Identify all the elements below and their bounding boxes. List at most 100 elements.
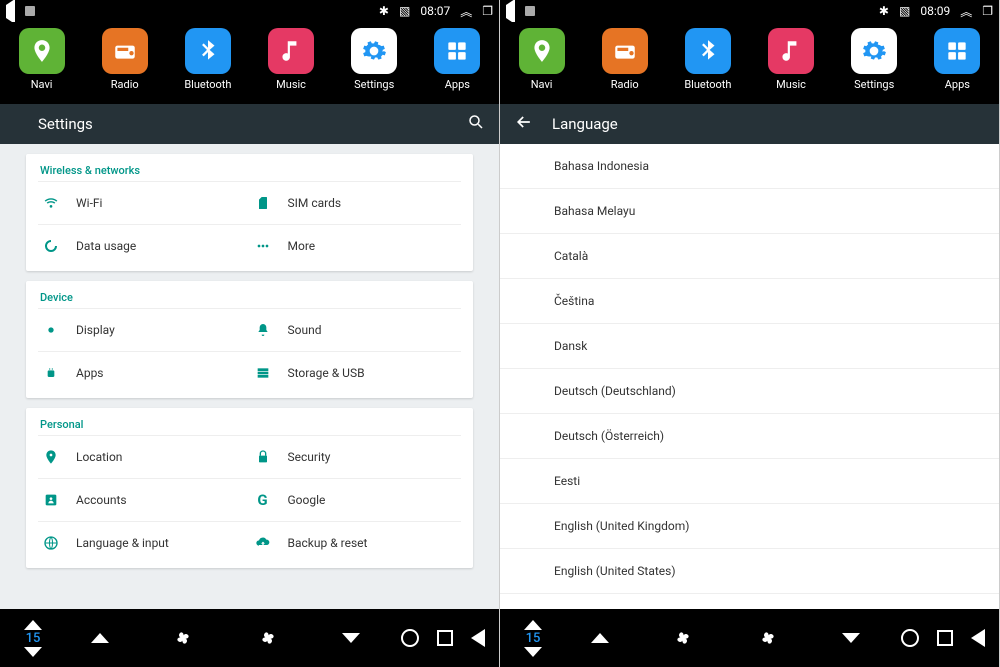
language-item[interactable]: Eesti	[500, 459, 999, 504]
screen-settings: ✱ ▧ 08:07 ︽ ❐ Navi Radio Bluetooth Music…	[0, 0, 500, 667]
section-title: Device	[38, 291, 461, 304]
language-item[interactable]: Català	[500, 234, 999, 279]
app-music[interactable]: Music	[256, 28, 326, 91]
fan-up-button[interactable]	[591, 633, 609, 643]
app-label: Apps	[445, 78, 470, 91]
item-google[interactable]: GGoogle	[250, 478, 462, 521]
account-icon	[42, 491, 60, 509]
nav-buttons	[901, 629, 985, 647]
card-wireless: Wireless & networks Wi-Fi SIM cards Data…	[26, 154, 473, 271]
fan-down-button[interactable]	[842, 633, 860, 643]
item-display[interactable]: Display	[38, 308, 250, 351]
fan-icon[interactable]	[171, 626, 195, 650]
clock: 08:09	[920, 4, 950, 18]
nav-recents-icon[interactable]	[937, 630, 953, 646]
app-bluetooth[interactable]: Bluetooth	[173, 28, 243, 91]
language-item[interactable]: English (United States)	[500, 549, 999, 594]
bell-icon	[254, 321, 272, 339]
page-title: Language	[552, 115, 618, 133]
item-backup[interactable]: Backup & reset	[250, 521, 462, 564]
settings-header: Settings	[0, 104, 499, 144]
temp-up-button[interactable]	[524, 620, 542, 630]
data-usage-icon	[42, 237, 60, 255]
back-arrow-icon[interactable]	[514, 112, 534, 136]
bluetooth-status-icon: ✱	[379, 4, 389, 18]
item-more[interactable]: More	[250, 224, 462, 267]
fan-down-button[interactable]	[342, 633, 360, 643]
app-settings[interactable]: Settings	[839, 28, 909, 91]
sim-status-icon: ▧	[899, 4, 910, 18]
pin-icon	[519, 28, 565, 74]
chevron-up-icon[interactable]: ︽	[960, 3, 972, 20]
nav-recents-icon[interactable]	[437, 630, 453, 646]
language-item[interactable]: Dansk	[500, 324, 999, 369]
search-icon[interactable]	[467, 113, 485, 135]
page-title: Settings	[14, 115, 93, 133]
app-radio[interactable]: Radio	[90, 28, 160, 91]
item-apps[interactable]: Apps	[38, 351, 250, 394]
language-item[interactable]: Bahasa Indonesia	[500, 144, 999, 189]
item-language[interactable]: Language & input	[38, 521, 250, 564]
item-location[interactable]: Location	[38, 435, 250, 478]
app-bluetooth[interactable]: Bluetooth	[673, 28, 743, 91]
app-music[interactable]: Music	[756, 28, 826, 91]
language-item[interactable]: Deutsch (Österreich)	[500, 414, 999, 459]
section-title: Personal	[38, 418, 461, 431]
apps-grid-icon	[934, 28, 980, 74]
item-storage[interactable]: Storage & USB	[250, 351, 462, 394]
back-triangle-icon[interactable]	[506, 5, 515, 18]
nav-buttons	[401, 629, 485, 647]
globe-icon	[42, 534, 60, 552]
nav-back-icon[interactable]	[471, 629, 485, 647]
radio-icon	[602, 28, 648, 74]
section-title: Wireless & networks	[38, 164, 461, 177]
apps-grid-icon	[434, 28, 480, 74]
bottom-bar: 15	[0, 609, 499, 667]
item-accounts[interactable]: Accounts	[38, 478, 250, 521]
clock: 08:07	[420, 4, 450, 18]
language-item[interactable]: Bahasa Melayu	[500, 189, 999, 234]
item-security[interactable]: Security	[250, 435, 462, 478]
app-navi[interactable]: Navi	[7, 28, 77, 91]
storage-icon	[254, 364, 272, 382]
back-triangle-icon[interactable]	[6, 5, 15, 18]
music-icon	[268, 28, 314, 74]
language-item[interactable]: Deutsch (Deutschland)	[500, 369, 999, 414]
language-item[interactable]: Čeština	[500, 279, 999, 324]
status-bar: ✱ ▧ 08:09 ︽ ❐	[500, 0, 999, 22]
app-navi[interactable]: Navi	[507, 28, 577, 91]
app-label: Navi	[531, 78, 553, 91]
bottom-bar: 15	[500, 609, 999, 667]
nav-home-icon[interactable]	[901, 629, 919, 647]
chevron-up-icon[interactable]: ︽	[460, 3, 472, 20]
temp-down-button[interactable]	[24, 647, 42, 657]
fan-icon[interactable]	[756, 626, 780, 650]
item-sound[interactable]: Sound	[250, 308, 462, 351]
temp-down-button[interactable]	[524, 647, 542, 657]
app-apps[interactable]: Apps	[922, 28, 992, 91]
app-radio[interactable]: Radio	[590, 28, 660, 91]
screen-language: ✱ ▧ 08:09 ︽ ❐ Navi Radio Bluetooth Music…	[500, 0, 1000, 667]
recents-icon[interactable]: ❐	[982, 4, 993, 18]
nav-back-icon[interactable]	[971, 629, 985, 647]
app-label: Navi	[31, 78, 53, 91]
item-sim[interactable]: SIM cards	[250, 181, 462, 224]
fan-up-button[interactable]	[91, 633, 109, 643]
status-icon	[25, 6, 35, 16]
language-item[interactable]: English (United Kingdom)	[500, 504, 999, 549]
item-wifi[interactable]: Wi-Fi	[38, 181, 250, 224]
recents-icon[interactable]: ❐	[482, 4, 493, 18]
fan-icon[interactable]	[256, 626, 280, 650]
fan-icon[interactable]	[671, 626, 695, 650]
app-settings[interactable]: Settings	[339, 28, 409, 91]
item-data-usage[interactable]: Data usage	[38, 224, 250, 267]
radio-icon	[102, 28, 148, 74]
settings-content: Wireless & networks Wi-Fi SIM cards Data…	[0, 144, 499, 609]
app-label: Bluetooth	[684, 78, 731, 91]
app-apps[interactable]: Apps	[422, 28, 492, 91]
language-list[interactable]: Bahasa Indonesia Bahasa Melayu Català Če…	[500, 144, 999, 609]
music-icon	[768, 28, 814, 74]
nav-home-icon[interactable]	[401, 629, 419, 647]
temp-up-button[interactable]	[24, 620, 42, 630]
wifi-icon	[42, 194, 60, 212]
